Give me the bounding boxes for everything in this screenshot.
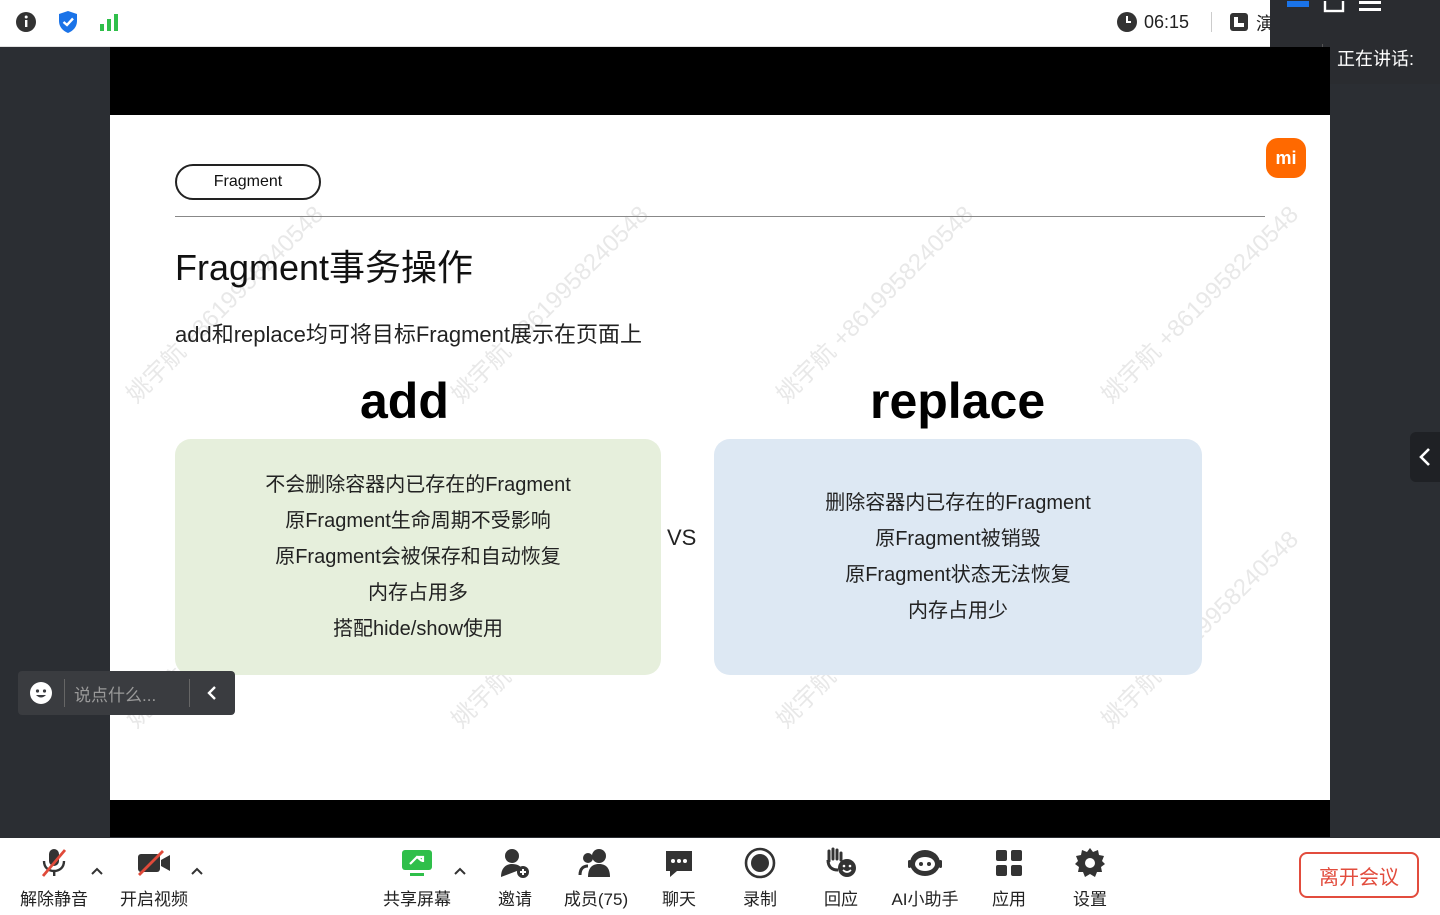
window-icon[interactable] <box>1323 0 1345 13</box>
replace-feature-line: 删除容器内已存在的Fragment <box>825 492 1091 514</box>
slide-tag: Fragment <box>175 164 321 200</box>
mic-muted-icon <box>39 844 69 881</box>
layout-icon[interactable] <box>1228 11 1250 33</box>
top-bar: 06:15 演 <box>0 0 1440 47</box>
vs-label: VS <box>667 525 697 550</box>
settings-button[interactable]: 设置 <box>1044 844 1136 910</box>
start-video-button[interactable]: 开启视频 <box>108 844 200 910</box>
ai-assistant-label: AI小助手 <box>891 890 959 909</box>
unmute-label: 解除静音 <box>20 890 88 909</box>
chat-icon <box>663 844 695 881</box>
chevron-up-icon[interactable] <box>453 866 467 876</box>
replace-heading: replace <box>870 373 1046 429</box>
menu-icon[interactable] <box>1359 0 1381 12</box>
slide-title: Fragment事务操作 <box>175 247 474 288</box>
replace-features-box: 删除容器内已存在的Fragment 原Fragment被销毁 原Fragment… <box>714 439 1202 675</box>
xiaomi-logo: mi <box>1266 138 1306 178</box>
start-video-label: 开启视频 <box>120 890 188 909</box>
divider <box>1211 12 1212 32</box>
unmute-button[interactable]: 解除静音 <box>8 844 100 910</box>
slide-subtitle: add和replace均可将目标Fragment展示在页面上 <box>175 322 643 347</box>
chevron-up-icon[interactable] <box>90 866 104 876</box>
clock-icon <box>1117 12 1137 32</box>
watermark: 姚宇航 +8619958240548 <box>446 200 654 409</box>
invite-label: 邀请 <box>498 890 532 909</box>
chevron-up-icon[interactable] <box>190 866 204 876</box>
gear-icon <box>1074 844 1106 881</box>
video-off-icon <box>137 844 171 881</box>
chat-quick-bar[interactable]: 说点什么... <box>18 671 235 715</box>
share-screen-icon <box>400 844 434 881</box>
apps-label: 应用 <box>992 890 1026 909</box>
add-feature-line: 原Fragment会被保存和自动恢复 <box>275 546 561 568</box>
add-heading: add <box>360 373 449 429</box>
emoji-icon[interactable] <box>18 681 64 705</box>
watermark: 姚宇航 +8619958240548 <box>1096 200 1304 409</box>
chat-input[interactable]: 说点什么... <box>74 681 189 706</box>
meeting-toolbar: 解除静音 开启视频 共享屏幕 邀请 成员(75) 聊天 录制 回应 AI小助手 … <box>0 838 1440 915</box>
raise-hand-icon <box>824 844 858 881</box>
share-screen-label: 共享屏幕 <box>383 890 451 909</box>
meeting-timer: 06:15 <box>1116 10 1189 34</box>
add-feature-line: 不会删除容器内已存在的Fragment <box>265 474 571 496</box>
minimize-icon[interactable] <box>1287 0 1309 12</box>
share-screen-button[interactable]: 共享屏幕 <box>371 844 463 910</box>
chevron-left-icon <box>207 686 216 700</box>
invite-button[interactable]: 邀请 <box>469 844 561 910</box>
members-button[interactable]: 成员(75) <box>550 844 642 910</box>
replace-feature-line: 内存占用少 <box>908 600 1008 622</box>
collapse-chat-button[interactable] <box>190 685 234 701</box>
record-button[interactable]: 录制 <box>714 844 806 910</box>
network-signal-icon[interactable] <box>97 10 121 34</box>
react-label: 回应 <box>824 890 858 909</box>
divider <box>175 216 1265 217</box>
apps-grid-icon <box>994 844 1024 881</box>
react-button[interactable]: 回应 <box>795 844 887 910</box>
sidebar-toggle-button[interactable] <box>1410 432 1440 482</box>
security-shield-icon[interactable] <box>56 10 80 34</box>
chat-button[interactable]: 聊天 <box>633 844 725 910</box>
apps-button[interactable]: 应用 <box>963 844 1055 910</box>
add-feature-line: 内存占用多 <box>368 582 468 604</box>
replace-feature-line: 原Fragment被销毁 <box>875 528 1041 550</box>
add-features-box: 不会删除容器内已存在的Fragment 原Fragment生命周期不受影响 原F… <box>175 439 661 675</box>
add-user-icon <box>499 844 531 881</box>
info-icon[interactable] <box>14 10 38 34</box>
replace-feature-line: 原Fragment状态无法恢复 <box>845 564 1071 586</box>
speaking-label: 正在讲话: <box>1337 49 1415 69</box>
shared-screen-area: 姚宇航 +8619958240548 姚宇航 +8619958240548 姚宇… <box>110 47 1330 837</box>
chevron-left-icon <box>1419 448 1430 466</box>
members-icon <box>578 844 614 881</box>
record-icon <box>744 844 776 881</box>
ai-assistant-icon <box>907 844 943 881</box>
record-label: 录制 <box>743 890 777 909</box>
presentation-slide: 姚宇航 +8619958240548 姚宇航 +8619958240548 姚宇… <box>110 115 1330 800</box>
timer-text: 06:15 <box>1144 11 1190 32</box>
divider <box>64 679 65 707</box>
members-label: 成员(75) <box>563 890 629 909</box>
watermark: 姚宇航 +8619958240548 <box>121 200 329 409</box>
settings-label: 设置 <box>1073 890 1107 909</box>
chat-label: 聊天 <box>662 890 696 909</box>
leave-meeting-button[interactable]: 离开会议 <box>1299 852 1419 898</box>
add-feature-line: 搭配hide/show使用 <box>332 618 504 640</box>
ai-assistant-button[interactable]: AI小助手 <box>879 844 971 910</box>
add-feature-line: 原Fragment生命周期不受影响 <box>285 510 551 532</box>
